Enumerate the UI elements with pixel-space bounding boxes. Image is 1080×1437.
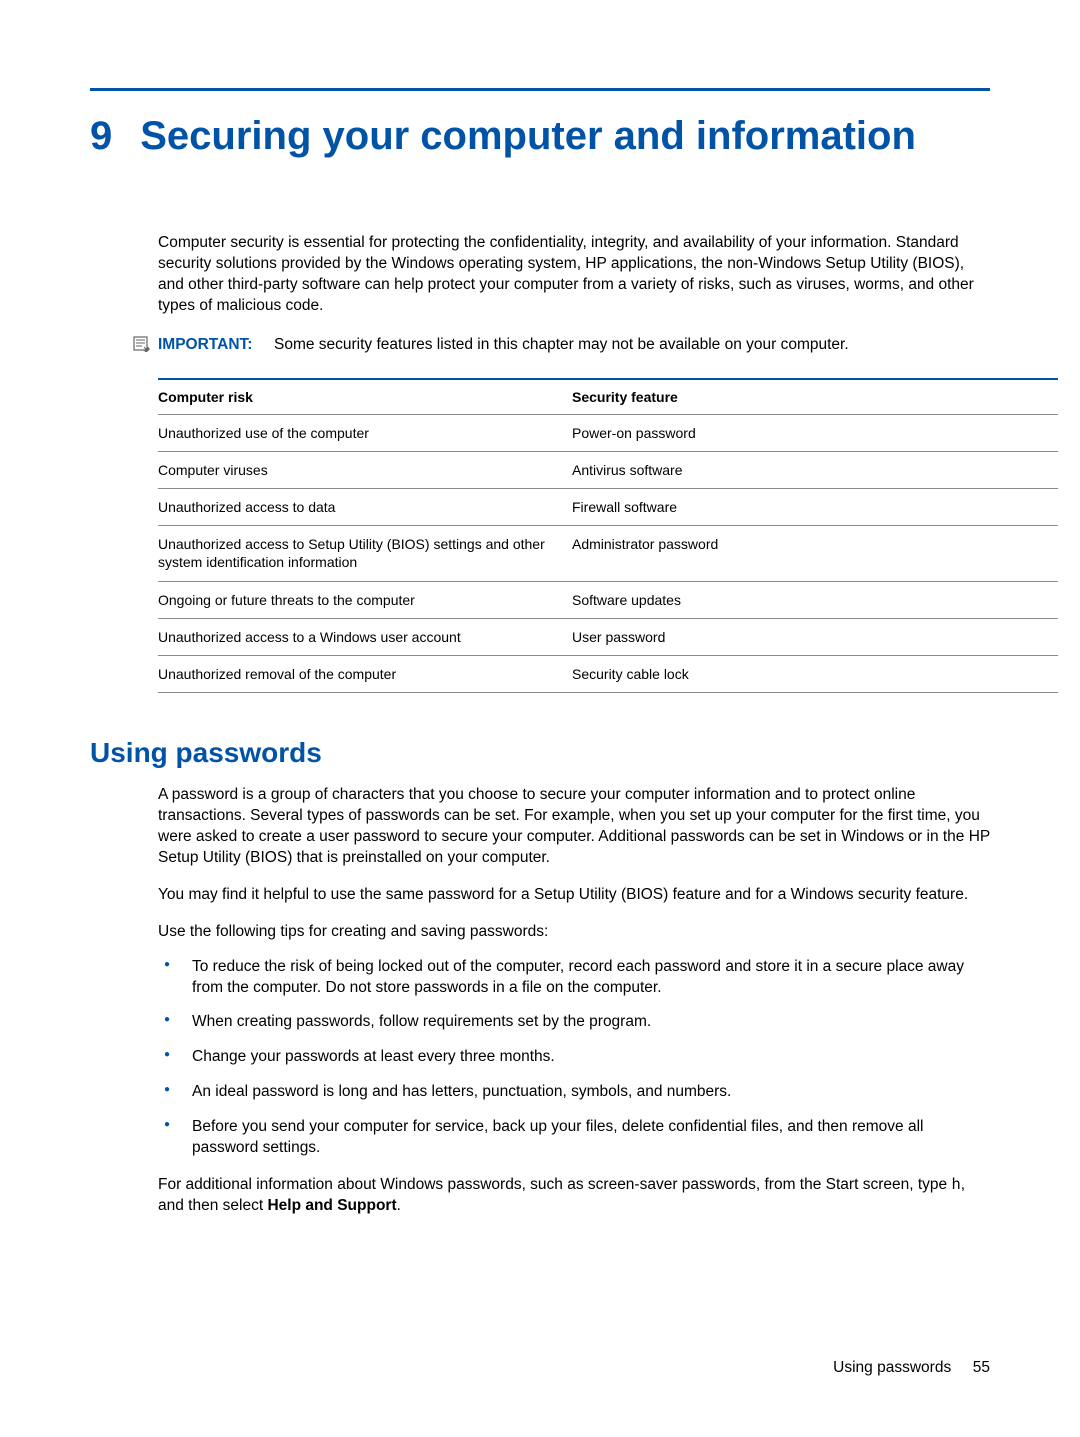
important-text: Some security features listed in this ch… [274, 336, 849, 353]
intro-paragraph: Computer security is essential for prote… [158, 233, 990, 317]
security-table: Computer risk Security feature Unauthori… [158, 378, 1058, 694]
table-row: Unauthorized access to dataFirewall soft… [158, 488, 1058, 525]
body-paragraph: Use the following tips for creating and … [158, 922, 990, 943]
list-item: Change your passwords at least every thr… [158, 1047, 990, 1068]
password-tips-list: To reduce the risk of being locked out o… [158, 957, 990, 1159]
table-row: Unauthorized access to Setup Utility (BI… [158, 526, 1058, 581]
table-row: Unauthorized use of the computerPower-on… [158, 414, 1058, 451]
chapter-rule [90, 88, 990, 91]
table-row: Unauthorized access to a Windows user ac… [158, 618, 1058, 655]
table-row: Ongoing or future threats to the compute… [158, 581, 1058, 618]
table-row: Computer virusesAntivirus software [158, 451, 1058, 488]
chapter-heading: 9 Securing your computer and information [90, 113, 990, 159]
footer-section: Using passwords [833, 1359, 951, 1376]
important-note: IMPORTANT: Some security features listed… [132, 335, 990, 356]
page-footer: Using passwords 55 [833, 1359, 990, 1377]
table-header-feature: Security feature [572, 379, 1058, 415]
chapter-title: Securing your computer and information [140, 113, 916, 159]
chapter-number: 9 [90, 114, 112, 158]
list-item: An ideal password is long and has letter… [158, 1082, 990, 1103]
body-paragraph: For additional information about Windows… [158, 1175, 990, 1217]
table-header-risk: Computer risk [158, 379, 572, 415]
footer-page-number: 55 [973, 1359, 990, 1376]
body-paragraph: A password is a group of characters that… [158, 785, 990, 869]
note-icon [132, 335, 152, 355]
important-label: IMPORTANT: [158, 336, 252, 353]
list-item: When creating passwords, follow requirem… [158, 1012, 990, 1033]
table-row: Unauthorized removal of the computerSecu… [158, 655, 1058, 692]
body-paragraph: You may find it helpful to use the same … [158, 885, 990, 906]
section-title: Using passwords [90, 737, 990, 769]
list-item: Before you send your computer for servic… [158, 1117, 990, 1159]
list-item: To reduce the risk of being locked out o… [158, 957, 990, 999]
